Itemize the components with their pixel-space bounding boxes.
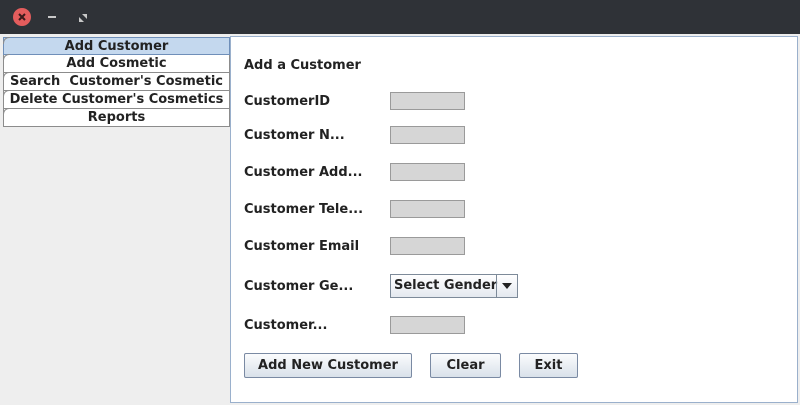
tab-delete-customers-cosmetics[interactable]: Delete Customer's Cosmetics [3,90,230,109]
exit-button[interactable]: Exit [519,353,578,378]
form-heading: Add a Customer [244,58,361,73]
window-titlebar [0,0,800,34]
customer-email-field[interactable] [390,237,465,255]
customer-id-field[interactable] [390,92,465,110]
tab-add-customer[interactable]: Add Customer [3,37,230,55]
maximize-icon[interactable] [78,12,88,22]
customer-extra-label: Customer... [244,318,328,333]
customer-email-label: Customer Email [244,239,360,254]
customer-id-label: CustomerID [244,94,331,109]
tab-search-customers-cosmetic[interactable]: Search Customer's Cosmetic [3,72,230,91]
chevron-down-icon[interactable] [496,275,517,297]
gender-select[interactable]: Select Gender [390,274,518,298]
tab-list: Add Customer Add Cosmetic Search Custome… [3,37,230,127]
customer-address-field[interactable] [390,163,465,181]
tab-reports[interactable]: Reports [3,108,230,127]
customer-address-label: Customer Add... [244,165,363,180]
customer-name-label: Customer N... [244,128,345,143]
gender-select-value: Select Gender [394,278,498,293]
content-panel [230,36,798,403]
customer-extra-field[interactable] [390,316,465,334]
clear-button[interactable]: Clear [430,353,501,378]
customer-name-field[interactable] [390,126,465,144]
tab-add-cosmetic[interactable]: Add Cosmetic [3,54,230,73]
customer-gender-label: Customer Ge... [244,279,354,294]
minimize-icon[interactable] [48,16,56,18]
close-icon[interactable] [13,8,31,26]
add-new-customer-button[interactable]: Add New Customer [244,353,412,378]
customer-telephone-label: Customer Tele... [244,202,364,217]
customer-telephone-field[interactable] [390,200,465,218]
